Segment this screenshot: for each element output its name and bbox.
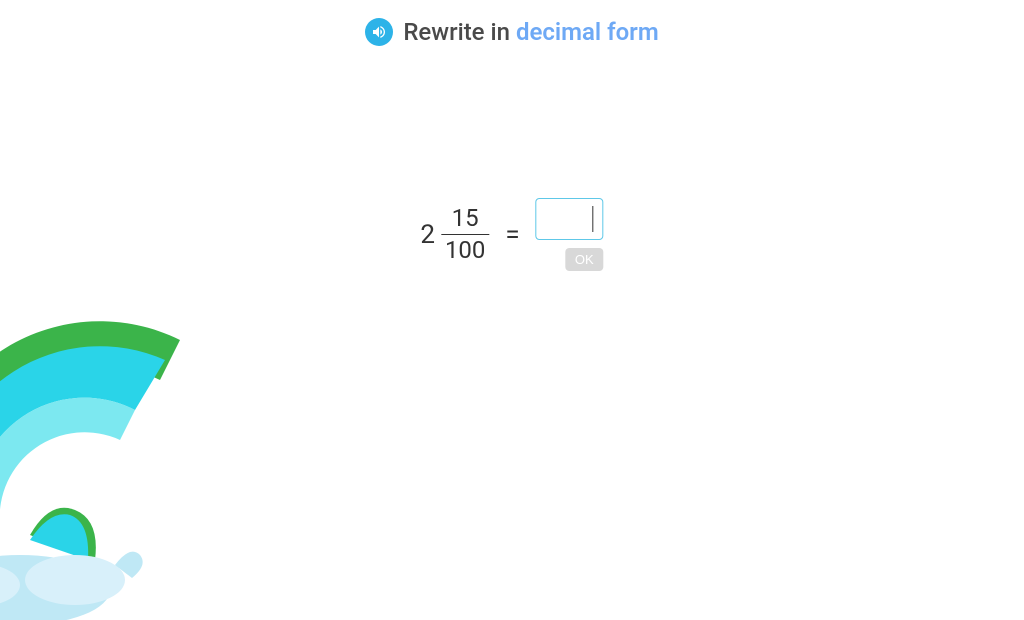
decorative-waterfall xyxy=(0,280,260,620)
equals-sign: = xyxy=(505,220,519,250)
prompt-prefix: Rewrite in xyxy=(403,18,516,46)
denominator: 100 xyxy=(441,237,489,263)
sound-icon xyxy=(371,24,387,40)
text-cursor xyxy=(592,206,594,232)
fraction-bar xyxy=(441,234,489,236)
prompt-text: Rewrite in decimal form xyxy=(403,18,658,46)
mixed-number: 2 15 100 xyxy=(420,205,489,263)
equation: 2 15 100 = OK xyxy=(420,198,603,271)
fraction: 15 100 xyxy=(441,205,489,263)
header: Rewrite in decimal form xyxy=(0,0,1024,46)
speaker-icon[interactable] xyxy=(365,18,393,46)
whole-number: 2 xyxy=(420,220,435,250)
ok-button[interactable]: OK xyxy=(565,248,604,271)
answer-area: OK xyxy=(536,198,604,271)
prompt-highlight: decimal form xyxy=(516,18,659,46)
input-wrap xyxy=(536,198,604,240)
numerator: 15 xyxy=(448,205,483,231)
